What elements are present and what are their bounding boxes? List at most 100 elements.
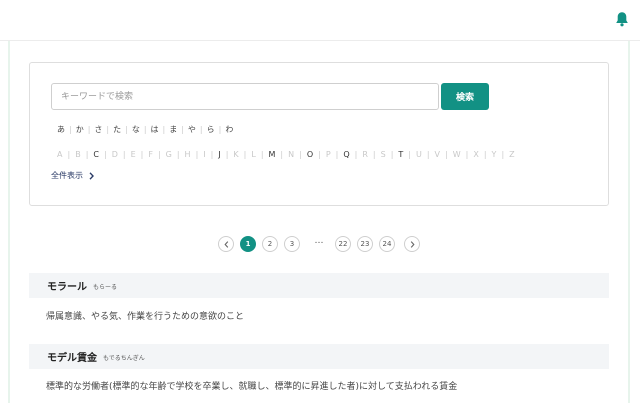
alphabet-index-item: N [288, 150, 295, 159]
index-separator: | [199, 125, 203, 134]
page-number-button[interactable]: 2 [262, 236, 278, 252]
index-separator: | [181, 125, 184, 134]
alphabet-index-item: A [57, 150, 63, 159]
index-separator: | [85, 150, 89, 159]
alphabet-index-item[interactable]: C [93, 149, 99, 161]
index-separator: | [195, 150, 199, 159]
alphabet-index-item: P [325, 150, 331, 159]
index-separator: | [87, 125, 91, 134]
kana-index-item[interactable]: あ [57, 124, 65, 136]
index-separator: | [335, 150, 339, 159]
top-header-bar [0, 0, 640, 41]
index-separator: | [318, 150, 321, 159]
kana-index-item[interactable]: さ [94, 124, 102, 136]
index-separator: | [122, 150, 126, 159]
show-all-link[interactable]: 全件表示 [51, 170, 94, 181]
index-separator: | [157, 150, 161, 159]
kana-index-item[interactable]: わ [225, 124, 233, 136]
alphabet-index-item: R [362, 150, 368, 159]
kana-index-item[interactable]: ま [169, 124, 177, 136]
term-header: モデル賃金 もでるちんぎん [29, 344, 609, 369]
index-separator: | [426, 150, 430, 159]
alphabet-index-item: Y [491, 150, 497, 159]
term-name[interactable]: モデル賃金 [47, 349, 97, 364]
alphabet-index-item[interactable]: T [398, 149, 403, 161]
chevron-right-icon [89, 171, 94, 180]
alphabet-index-item[interactable]: Q [343, 149, 349, 161]
index-separator: | [354, 150, 358, 159]
index-separator: | [445, 150, 448, 159]
term-reading: もらーる [93, 284, 118, 291]
left-border-line [8, 41, 10, 403]
index-separator: | [260, 150, 264, 159]
index-separator: | [372, 150, 376, 159]
index-separator: | [103, 150, 107, 159]
index-separator: | [243, 150, 247, 159]
alphabet-index-item: W [452, 150, 461, 159]
alphabet-index-item: U [415, 150, 422, 159]
alphabet-index-item[interactable]: J [218, 149, 220, 161]
alphabet-index-item: E [130, 150, 136, 159]
kana-index-item[interactable]: た [113, 124, 121, 136]
term-definition: 帰属意識、やる気、作業を行うための意欲のこと [46, 312, 245, 322]
kana-index-item[interactable]: か [76, 124, 84, 136]
index-separator: | [210, 150, 214, 159]
kana-index-item[interactable]: な [132, 124, 140, 136]
search-button[interactable]: 検索 [441, 83, 489, 110]
chevron-right-icon [410, 240, 415, 248]
alphabet-index-item[interactable]: M [269, 149, 276, 161]
index-separator: | [390, 150, 394, 159]
index-separator: | [162, 125, 166, 134]
alphabet-index-item[interactable]: O [307, 149, 313, 161]
page-number-button[interactable]: 24 [379, 236, 395, 252]
index-separator: | [106, 125, 110, 134]
index-separator: | [408, 150, 411, 159]
alphabet-index-item: F [148, 150, 153, 159]
alphabet-index: A | B | C | D | E | F | G | H | I | J | K | L | M | N | O | P | Q | R | S | T |… [57, 149, 515, 161]
index-separator: | [501, 150, 505, 159]
alphabet-index-item: V [434, 150, 441, 159]
alphabet-index-item: X [473, 150, 479, 159]
search-input[interactable] [51, 83, 439, 110]
kana-index-item[interactable]: は [151, 124, 159, 136]
pagination-ellipsis: … [314, 236, 324, 246]
right-border-line [628, 41, 630, 403]
page-number-button[interactable]: 23 [357, 236, 373, 252]
index-separator: | [225, 150, 229, 159]
page-number-button[interactable]: 3 [284, 236, 300, 252]
index-separator: | [67, 150, 71, 159]
kana-index-item[interactable]: ら [207, 124, 215, 136]
kana-index-item[interactable]: や [188, 124, 196, 136]
page-number-button[interactable]: 22 [335, 236, 351, 252]
index-separator: | [280, 150, 284, 159]
alphabet-index-item: D [111, 150, 118, 159]
alphabet-index-item: G [165, 150, 172, 159]
bell-icon[interactable] [615, 11, 629, 27]
alphabet-index-item: K [233, 150, 239, 159]
term-header: モラール もらーる [29, 273, 609, 298]
index-separator: | [143, 125, 147, 134]
term-reading: もでるちんぎん [103, 355, 145, 362]
index-separator: | [176, 150, 180, 159]
page-number-button[interactable]: 1 [240, 236, 256, 252]
index-separator: | [140, 150, 144, 159]
alphabet-index-item: S [380, 150, 386, 159]
alphabet-index-item: H [184, 150, 191, 159]
pagination-next-button[interactable] [404, 236, 420, 252]
index-separator: | [69, 125, 72, 134]
term-name[interactable]: モラール [47, 278, 87, 293]
alphabet-index-item: B [75, 150, 81, 159]
alphabet-index-item: Z [509, 150, 515, 159]
index-separator: | [299, 150, 302, 159]
alphabet-index-item: I [203, 150, 206, 159]
index-separator: | [218, 125, 222, 134]
search-panel: 検索 あ|か|さ|た|な|は|ま|や|ら|わ A|B|C|D|E|F|G|H|I… [29, 62, 609, 206]
kana-index: あ | か | さ | た | な | は | ま | や | ら | わ [57, 124, 233, 136]
index-separator: | [125, 125, 128, 134]
chevron-left-icon [223, 240, 228, 248]
index-separator: | [465, 150, 469, 159]
index-separator: | [483, 150, 487, 159]
show-all-label: 全件表示 [51, 171, 83, 180]
pagination-prev-button[interactable] [218, 236, 234, 252]
alphabet-index-item: L [251, 150, 256, 159]
